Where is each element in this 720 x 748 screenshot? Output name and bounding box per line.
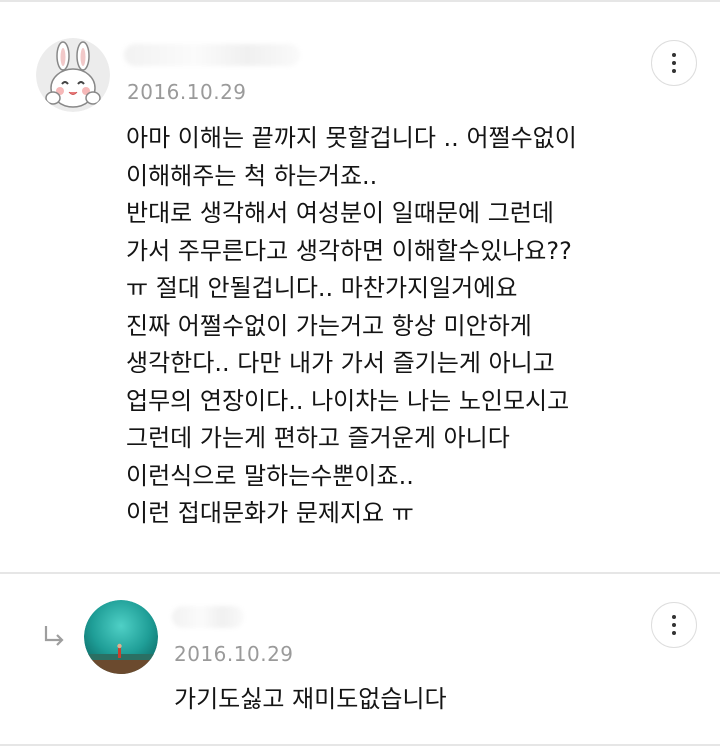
more-options-button[interactable] (651, 40, 697, 86)
teal-photo-avatar-icon (84, 600, 158, 674)
comment-date: 2016.10.29 (127, 80, 247, 104)
more-vertical-icon (672, 615, 676, 635)
comment-line: 가서 주무른다고 생각하면 이해할수있나요?? (126, 236, 572, 265)
comment-line: 이런식으로 말하는수뿐이죠.. (126, 461, 414, 490)
avatar[interactable] (36, 38, 110, 112)
comment-line: ㅠ 절대 안될겁니다.. 마찬가지일거에요 (126, 274, 518, 302)
username-blurred (124, 44, 300, 66)
comment-line: 진짜 어쩔수없이 가는거고 항상 미안하게 (126, 311, 532, 340)
reply-arrow-icon (44, 626, 64, 646)
more-vertical-icon (672, 53, 676, 73)
bottom-divider (0, 744, 720, 746)
reply-body: 가기도싫고 재미도없습니다 (174, 685, 447, 713)
rabbit-avatar-icon (36, 38, 110, 112)
comment-line: 그런데 가는게 편하고 즐거운게 아니다 (126, 424, 510, 452)
comment-body: 아마 이해는 끝까지 못할겁니다 .. 어쩔수없이 이해해주는 척 하는거죠..… (126, 120, 577, 533)
comment-line: 이해해주는 척 하는거죠.. (126, 161, 378, 190)
comment-line: 업무의 연장이다.. 나이차는 나는 노인모시고 (126, 386, 570, 415)
reply-avatar[interactable] (84, 600, 158, 674)
reply-more-options-button[interactable] (651, 602, 697, 648)
reply-username-blurred (172, 606, 244, 628)
comment-line: 아마 이해는 끝까지 못할겁니다 .. 어쩔수없이 (126, 124, 577, 152)
comment-line: 반대로 생각해서 여성분이 일때문에 그런데 (126, 199, 554, 227)
reply-item: 2016.10.29 가기도싫고 재미도없습니다 (0, 574, 720, 744)
comment-line: 생각한다.. 다만 내가 가서 즐기는게 아니고 (126, 349, 555, 377)
comment-line: 이런 접대문화가 문제지요 ㅠ (126, 499, 414, 527)
reply-date: 2016.10.29 (174, 642, 294, 666)
comment-item: 2016.10.29 아마 이해는 끝까지 못할겁니다 .. 어쩔수없이 이해해… (0, 0, 720, 572)
